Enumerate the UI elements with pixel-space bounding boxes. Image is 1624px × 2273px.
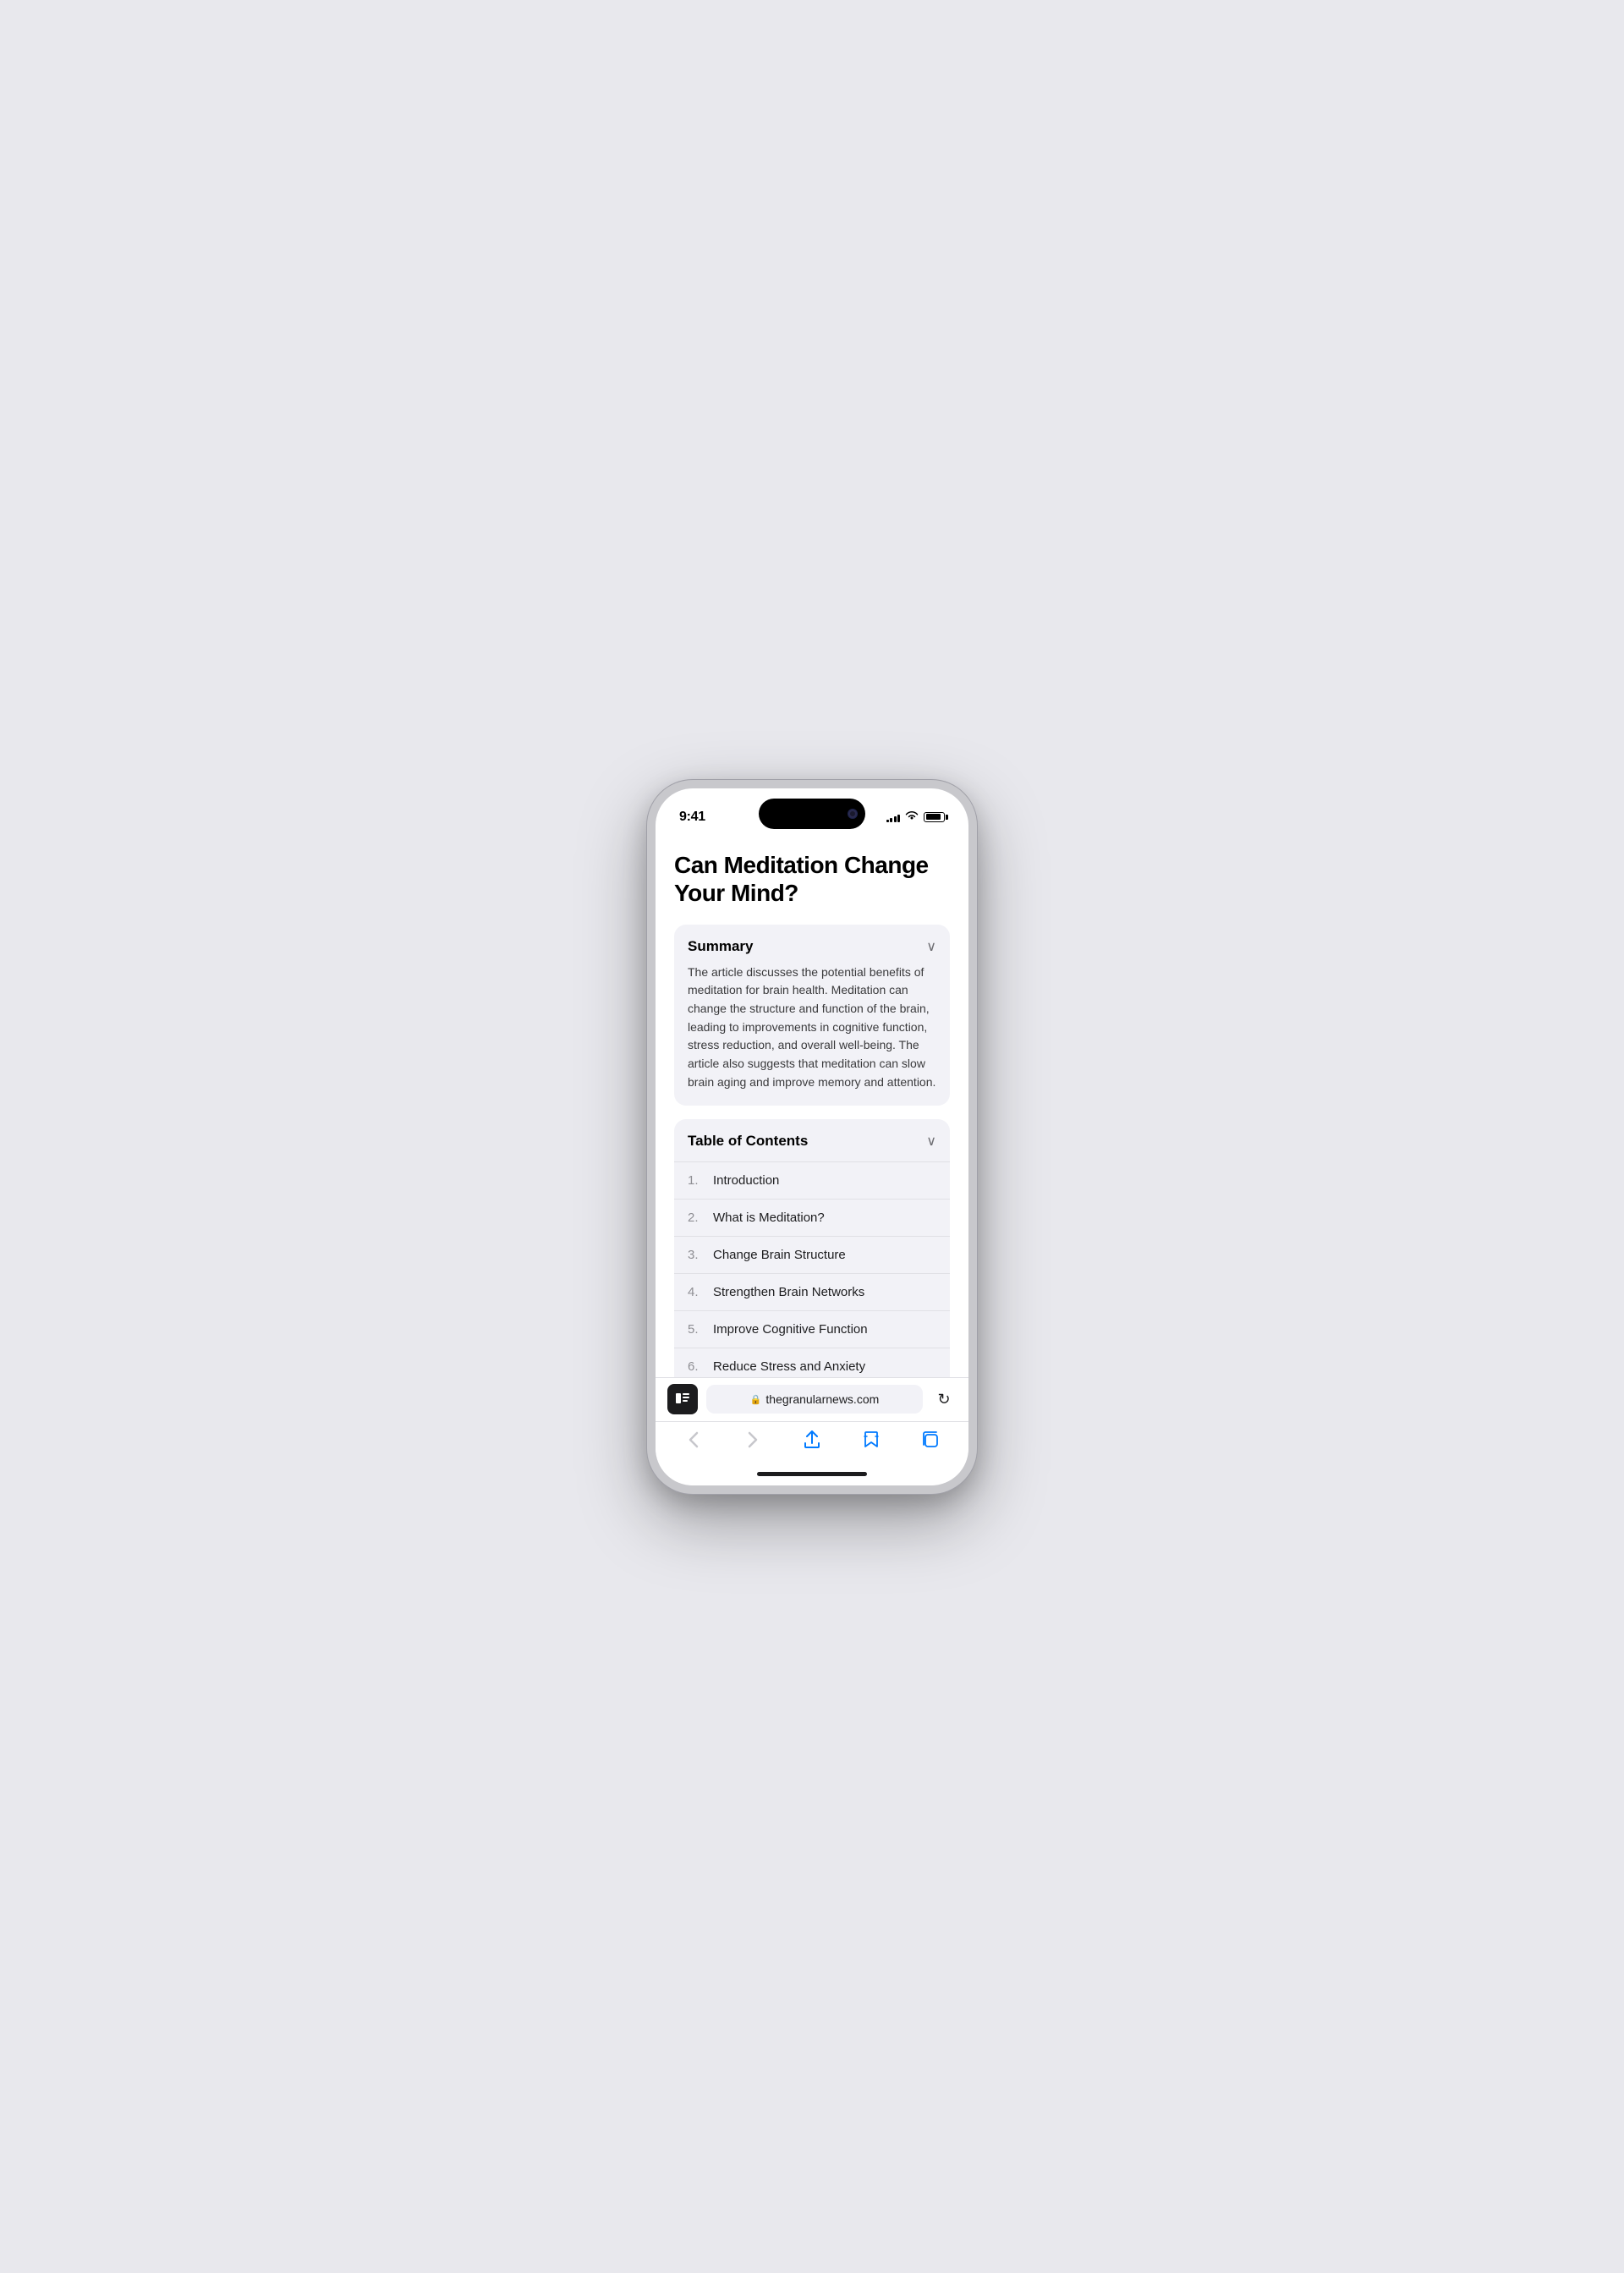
toc-chevron-icon: ∨ <box>926 1133 936 1150</box>
status-bar: 9:41 <box>656 788 968 834</box>
tabs-icon <box>921 1430 940 1454</box>
phone-wrapper: 9:41 <box>630 743 994 1531</box>
bookmarks-button[interactable] <box>853 1424 890 1461</box>
summary-heading: Summary <box>688 938 753 955</box>
phone-frame: 9:41 <box>647 780 977 1494</box>
content-area[interactable]: Can Meditation Change Your Mind? Summary… <box>656 834 968 1377</box>
wifi-icon <box>905 810 919 823</box>
toc-item[interactable]: 3. Change Brain Structure <box>674 1237 950 1274</box>
article-title: Can Meditation Change Your Mind? <box>674 851 950 908</box>
bottom-toolbar <box>656 1421 968 1463</box>
reader-icon <box>675 1392 690 1407</box>
reader-button[interactable] <box>667 1384 698 1414</box>
url-bar[interactable]: 🔒 thegranularnews.com <box>706 1385 923 1414</box>
toc-item-label: Improve Cognitive Function <box>713 1322 868 1337</box>
url-text: thegranularnews.com <box>765 1392 879 1406</box>
toc-item-number: 3. <box>688 1248 706 1262</box>
toc-item[interactable]: 5. Improve Cognitive Function <box>674 1311 950 1348</box>
back-icon <box>689 1431 699 1453</box>
tabs-button[interactable] <box>912 1424 949 1461</box>
toc-item-number: 2. <box>688 1211 706 1225</box>
share-button[interactable] <box>793 1424 831 1461</box>
signal-icon <box>886 812 901 822</box>
camera-dot <box>848 810 857 818</box>
summary-card: Summary ∨ The article discusses the pote… <box>674 925 950 1106</box>
summary-chevron-icon: ∨ <box>926 938 936 955</box>
toc-item-label: Strengthen Brain Networks <box>713 1285 864 1299</box>
home-bar <box>757 1472 867 1476</box>
dynamic-island <box>759 799 865 829</box>
share-icon <box>804 1430 820 1454</box>
toc-item-label: Reduce Stress and Anxiety <box>713 1359 865 1374</box>
reload-icon: ↻ <box>937 1391 950 1408</box>
toc-item[interactable]: 1. Introduction <box>674 1162 950 1200</box>
signal-bar-1 <box>886 820 889 822</box>
toc-item-number: 1. <box>688 1173 706 1188</box>
toc-item-number: 4. <box>688 1285 706 1299</box>
toc-item-label: Introduction <box>713 1173 779 1188</box>
signal-bar-2 <box>890 818 892 822</box>
lock-icon: 🔒 <box>750 1394 762 1405</box>
toc-item[interactable]: 6. Reduce Stress and Anxiety <box>674 1348 950 1377</box>
toc-heading: Table of Contents <box>688 1133 808 1150</box>
forward-button[interactable] <box>734 1424 771 1461</box>
forward-icon <box>748 1431 758 1453</box>
home-indicator <box>656 1463 968 1485</box>
status-time: 9:41 <box>679 810 705 825</box>
battery-icon <box>924 812 945 822</box>
summary-card-header[interactable]: Summary ∨ <box>688 938 936 955</box>
reload-button[interactable]: ↻ <box>931 1386 957 1412</box>
toc-item-label: Change Brain Structure <box>713 1248 846 1262</box>
toc-card: Table of Contents ∨ 1. Introduction 2. W… <box>674 1119 950 1377</box>
back-button[interactable] <box>675 1424 712 1461</box>
toc-item-number: 6. <box>688 1359 706 1374</box>
toc-header[interactable]: Table of Contents ∨ <box>674 1119 950 1161</box>
signal-bar-3 <box>894 816 897 822</box>
browser-bar: 🔒 thegranularnews.com ↻ <box>656 1377 968 1421</box>
summary-body: The article discusses the potential bene… <box>688 964 936 1092</box>
toc-item[interactable]: 4. Strengthen Brain Networks <box>674 1274 950 1311</box>
toc-item[interactable]: 2. What is Meditation? <box>674 1200 950 1237</box>
battery-fill <box>926 814 941 820</box>
toc-item-number: 5. <box>688 1322 706 1337</box>
signal-bar-4 <box>897 815 900 822</box>
phone-screen: 9:41 <box>656 788 968 1485</box>
toc-item-label: What is Meditation? <box>713 1211 825 1225</box>
bookmarks-icon <box>863 1430 880 1454</box>
toc-items: 1. Introduction 2. What is Meditation? 3… <box>674 1161 950 1377</box>
status-icons <box>886 810 946 823</box>
